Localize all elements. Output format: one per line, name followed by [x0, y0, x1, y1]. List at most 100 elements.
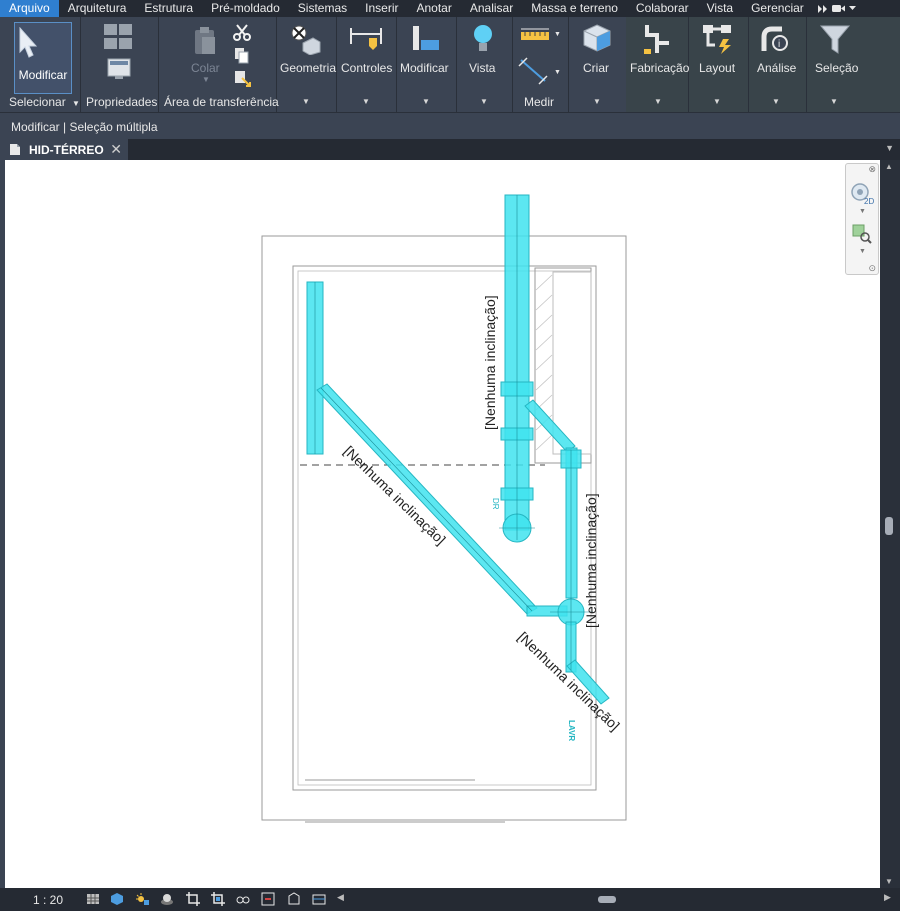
modify-tools-icon: [413, 26, 439, 50]
propriedades-label[interactable]: Propriedades: [86, 95, 157, 109]
zoom-region-icon[interactable]: [852, 224, 872, 244]
tab-arquivo[interactable]: Arquivo: [0, 0, 59, 17]
chevron-down-icon[interactable]: ▼: [362, 97, 370, 106]
selecionar-dropdown[interactable]: Selecionar ▼: [9, 95, 80, 109]
modify-button[interactable]: Modificar: [14, 22, 72, 94]
tab-colaborar[interactable]: Colaborar: [627, 0, 698, 17]
pipe-upper-branch[interactable]: [524, 399, 576, 453]
create-cube-icon: [583, 24, 611, 52]
fabrication-icon: [644, 25, 669, 54]
group-selecao: Seleção ▼: [806, 17, 866, 112]
shadows-icon[interactable]: [160, 892, 174, 906]
chevron-down-icon: ▼: [202, 75, 210, 84]
detail-level-icon[interactable]: [86, 892, 100, 906]
view-scale[interactable]: 1 : 20: [33, 893, 63, 907]
geometria-button[interactable]: Geometria: [280, 61, 336, 75]
visual-style-icon[interactable]: [110, 892, 124, 906]
floor-plan-drawing[interactable]: [Nenhuma inclinação] [Nenhuma inclinação…: [5, 160, 880, 888]
ribbon-tab-bar: Arquivo Arquitetura Estrutura Pré-moldad…: [0, 0, 900, 17]
scroll-thumb[interactable]: [598, 896, 616, 903]
scroll-thumb[interactable]: [885, 517, 893, 535]
criar-button[interactable]: Criar: [583, 61, 609, 75]
crop-region-icon[interactable]: [211, 892, 225, 906]
group-fabricacao: Fabricação ▼: [626, 17, 689, 112]
vertical-scrollbar[interactable]: ▲ ▼: [880, 160, 900, 888]
geometry-icon: [291, 25, 321, 55]
modificar-button[interactable]: Modificar: [400, 61, 449, 75]
layout-button[interactable]: Layout: [699, 61, 735, 75]
crop-view-icon[interactable]: [186, 892, 200, 906]
temporary-hide-icon[interactable]: [236, 892, 250, 906]
group-area-transferencia: Colar ▼ Área de transferência: [158, 17, 279, 112]
slope-label-vertical-main: [Nenhuma inclinação]: [482, 295, 498, 430]
chevron-down-icon[interactable]: ▼: [772, 97, 780, 106]
controls-icon: [350, 28, 382, 50]
vista-button[interactable]: Vista: [469, 61, 495, 75]
analytical-model-icon[interactable]: [287, 892, 301, 906]
document-tab-title: HID-TÉRREO: [29, 142, 104, 157]
close-icon[interactable]: ⊗: [868, 164, 876, 175]
copy-icon[interactable]: [234, 47, 250, 64]
tab-vista[interactable]: Vista: [698, 0, 742, 17]
scroll-left-icon[interactable]: ◀: [337, 892, 344, 903]
analise-button[interactable]: Análise: [757, 61, 796, 75]
tab-gerenciar[interactable]: Gerenciar: [742, 0, 813, 17]
chevron-down-icon[interactable]: ▼: [859, 208, 866, 215]
document-tab[interactable]: HID-TÉRREO ✕: [0, 139, 128, 160]
tab-analisar[interactable]: Analisar: [461, 0, 522, 17]
close-icon[interactable]: ✕: [110, 141, 122, 158]
group-selecionar: Modificar Selecionar ▼: [0, 17, 81, 112]
steering-wheel-2d-icon[interactable]: 2D: [850, 182, 874, 206]
svg-text:i: i: [778, 39, 780, 50]
analysis-icon: i: [761, 26, 788, 51]
chevron-down-icon[interactable]: ▼: [830, 97, 838, 106]
tag-lavr: LAVR: [567, 720, 576, 741]
highlight-displacement-icon[interactable]: [312, 892, 326, 906]
measure-line-icon[interactable]: [518, 57, 550, 85]
video-camera-icon: [831, 5, 845, 12]
lightbulb-view-icon: [474, 25, 492, 51]
chevron-down-icon[interactable]: ▼: [554, 69, 561, 76]
selecao-button[interactable]: Seleção: [815, 61, 858, 75]
chevron-down-icon[interactable]: ▼: [480, 97, 488, 106]
chevron-down-icon[interactable]: ▼: [302, 97, 310, 106]
paste-button[interactable]: Colar: [191, 61, 220, 75]
tab-estrutura[interactable]: Estrutura: [135, 0, 202, 17]
chevron-down-icon[interactable]: ▼: [554, 31, 561, 38]
tab-sistemas[interactable]: Sistemas: [289, 0, 356, 17]
tab-inserir[interactable]: Inserir: [356, 0, 407, 17]
tab-arquitetura[interactable]: Arquitetura: [59, 0, 136, 17]
chevron-down-icon[interactable]: ▼: [859, 248, 866, 255]
svg-text:2D: 2D: [864, 197, 874, 206]
scroll-down-icon[interactable]: ▼: [885, 877, 893, 886]
tab-list-icon[interactable]: ▼: [885, 143, 894, 153]
horizontal-scrollbar[interactable]: [348, 894, 878, 905]
chevron-down-icon[interactable]: ▼: [654, 97, 662, 106]
chevron-down-icon[interactable]: ▼: [593, 97, 601, 106]
tab-anotar[interactable]: Anotar: [407, 0, 460, 17]
fabricacao-button[interactable]: Fabricação: [630, 61, 689, 75]
chevron-down-icon[interactable]: ▼: [422, 97, 430, 106]
navbar-options-icon[interactable]: ⊙: [868, 263, 876, 274]
medir-label: Medir: [524, 95, 555, 109]
sun-path-icon[interactable]: [135, 892, 149, 906]
chevron-down-icon[interactable]: ▼: [713, 97, 721, 106]
measure-ruler-icon[interactable]: [520, 27, 552, 45]
scroll-up-icon[interactable]: ▲: [885, 162, 893, 171]
inner-wall-offset: [297, 270, 592, 786]
more-tabs-button[interactable]: [813, 0, 860, 17]
reveal-hidden-icon[interactable]: [261, 892, 275, 906]
tab-massa-e-terreno[interactable]: Massa e terreno: [522, 0, 627, 17]
tab-pre-moldado[interactable]: Pré-moldado: [202, 0, 289, 17]
controles-button[interactable]: Controles: [341, 61, 392, 75]
cut-scissors-icon[interactable]: [233, 24, 251, 42]
group-analise: i Análise ▼: [748, 17, 807, 112]
scroll-right-icon[interactable]: ▶: [884, 892, 891, 903]
properties-window-icon[interactable]: [107, 58, 131, 80]
match-type-icon[interactable]: [234, 70, 251, 87]
wall-shaft-inner: [552, 271, 592, 455]
pipe-right-vertical[interactable]: [565, 447, 578, 599]
drawing-canvas[interactable]: [Nenhuma inclinação] [Nenhuma inclinação…: [5, 160, 880, 888]
navigation-bar: ⊗ 2D ▼ ▼ ⊙: [845, 163, 879, 275]
selecionar-label: Selecionar: [9, 95, 66, 109]
